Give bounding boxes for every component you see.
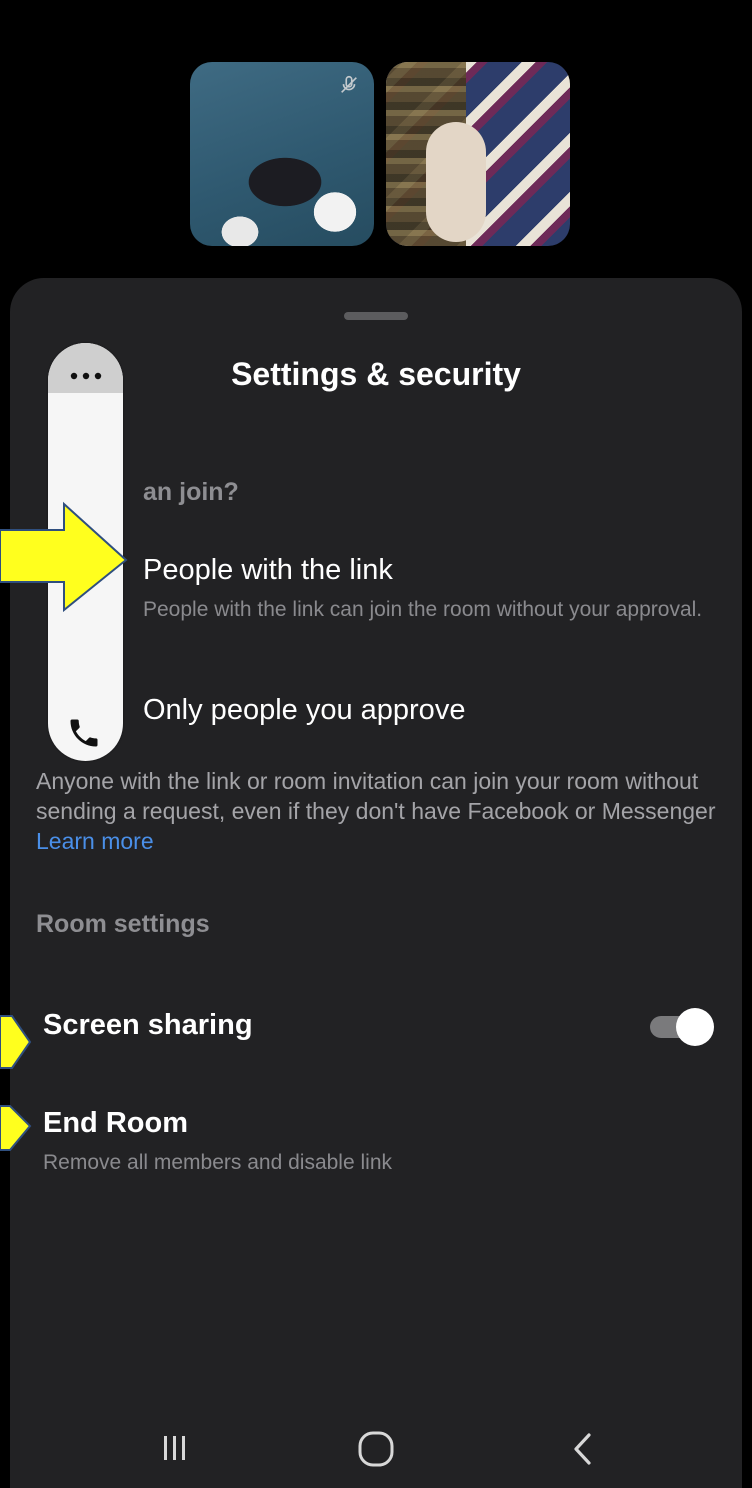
toggle-knob — [676, 1008, 714, 1046]
annotation-arrow-icon — [0, 1015, 32, 1069]
annotation-arrow-icon — [0, 1105, 32, 1151]
participant-video-1[interactable] — [190, 62, 374, 246]
back-icon[interactable] — [558, 1424, 608, 1474]
join-info-body: Anyone with the link or room invitation … — [36, 768, 716, 824]
grab-handle[interactable] — [344, 312, 408, 320]
option-only-approved[interactable]: Only people you approve — [143, 694, 465, 727]
learn-more-link[interactable]: Learn more — [36, 828, 154, 854]
option-people-with-link-description: People with the link can join the room w… — [143, 598, 703, 621]
home-icon[interactable] — [351, 1424, 401, 1474]
call-pill-header — [48, 343, 123, 393]
more-horizontal-icon[interactable] — [68, 372, 104, 380]
phone-icon[interactable] — [66, 715, 102, 751]
end-room-button[interactable]: End Room — [43, 1107, 188, 1140]
end-room-description: Remove all members and disable link — [43, 1151, 392, 1174]
mic-off-icon — [341, 75, 357, 93]
screen-sharing-label: Screen sharing — [43, 1009, 253, 1041]
screen-sharing-toggle[interactable] — [650, 1008, 714, 1046]
recent-apps-icon[interactable] — [150, 1424, 200, 1474]
option-people-with-link[interactable]: People with the link — [143, 554, 393, 587]
system-nav-bar — [0, 1400, 752, 1488]
join-info-text: Anyone with the link or room invitation … — [36, 766, 726, 856]
who-can-join-label: an join? — [143, 478, 239, 506]
room-settings-label: Room settings — [36, 910, 210, 938]
participant-video-2[interactable] — [386, 62, 570, 246]
annotation-arrow-icon — [0, 501, 128, 612]
